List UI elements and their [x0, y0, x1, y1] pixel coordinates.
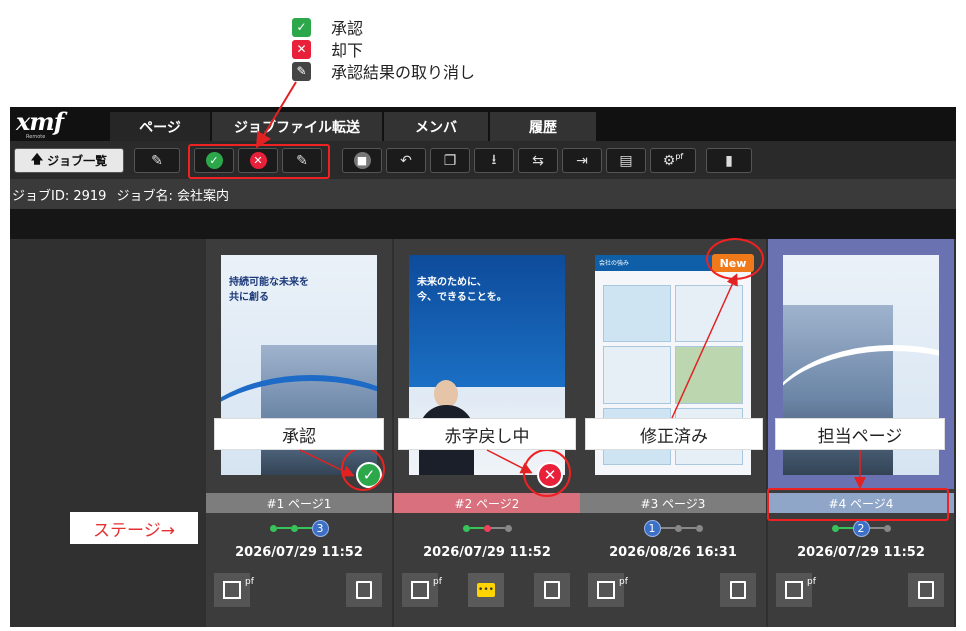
callout-rejected: 赤字戻し中 [398, 418, 576, 450]
undo-button[interactable]: ↶ [386, 148, 426, 173]
page-actions: pf [768, 573, 954, 613]
callout-approved: 承認 [214, 418, 384, 450]
legend-row-approve: ✓ 承認 [292, 16, 475, 38]
page-detail-button[interactable] [720, 573, 756, 607]
toolbar-highlight [188, 144, 330, 179]
legend: ✓ 承認 ✕ 却下 ✎ 承認結果の取り消し [292, 16, 475, 82]
export-icon: ⇥ [576, 152, 588, 169]
toolbar: 🡅 ジョブ一覧 ✎ ✓ ✕ ✎ ■ ↶ ❐ ⭳ ⇆ ⇥ ▤ ⚙ pf ▮ [10, 141, 956, 179]
eraser-icon: ✎ [292, 61, 311, 81]
comment-button[interactable]: ••• [468, 573, 504, 607]
tab-job-file-transfer[interactable]: ジョブファイル転送 [212, 112, 382, 141]
callout-assigned: 担当ページ [775, 418, 945, 450]
export-button[interactable]: ⇥ [562, 148, 602, 173]
tab-page[interactable]: ページ [110, 112, 210, 141]
pdf-icon: pf [785, 577, 816, 599]
logo-sub: Remote [26, 134, 46, 140]
copy-pages-button[interactable]: ❐ [430, 148, 470, 173]
pdf-button[interactable]: pf [588, 573, 628, 607]
assigned-title-highlight [767, 488, 949, 521]
undo-icon: ↶ [400, 152, 412, 169]
edit-button[interactable]: ✎ [134, 148, 180, 173]
pdf-icon: pf [597, 577, 628, 599]
up-arrow-icon: 🡅 [30, 152, 44, 166]
thumb-heading: 持続可能な未来を 共に創る [229, 277, 309, 303]
document-icon [918, 581, 934, 599]
page-date: 2026/07/29 11:52 [423, 545, 551, 560]
pdf-button[interactable]: pf [214, 573, 254, 607]
nav-bar: xmf Remote ページ ジョブファイル転送 メンバ 履歴 [10, 107, 956, 141]
x-icon: ✕ [292, 39, 311, 59]
page-title: #1 ページ1 [206, 493, 392, 513]
stage-indicator: 1 [580, 519, 766, 537]
stage-number: 1 [643, 519, 661, 537]
job-name: ジョブ名: 会社案内 [116, 188, 229, 204]
comment-icon: ••• [477, 583, 495, 597]
pdf-settings-button[interactable]: ⚙ pf [650, 148, 696, 173]
page-date: 2026/08/26 16:31 [609, 545, 737, 560]
document-icon [356, 581, 372, 599]
transfer-button[interactable]: ⇆ [518, 148, 558, 173]
job-info-bar: ジョブID: 2919 ジョブ名: 会社案内 [10, 179, 956, 209]
page-title: #3 ページ3 [580, 493, 766, 513]
copy-icon: ❐ [443, 152, 457, 169]
app-window: xmf Remote ページ ジョブファイル転送 メンバ 履歴 🡅 ジョブ一覧 … [10, 107, 956, 627]
tab-history[interactable]: 履歴 [490, 112, 596, 141]
approved-callout-ring [341, 447, 385, 491]
gear-icon: ⚙ [662, 152, 676, 169]
job-list-button[interactable]: 🡅 ジョブ一覧 [14, 148, 124, 173]
stop-button[interactable]: ■ [342, 148, 382, 173]
thumb-face [434, 380, 458, 408]
page-detail-button[interactable] [346, 573, 382, 607]
job-list-label: ジョブ一覧 [47, 154, 108, 168]
pdf-button[interactable]: pf [402, 573, 442, 607]
thumb-heading: 未来のために、 今、できることを。 [417, 277, 507, 303]
pdf-sup-label: pf [675, 152, 684, 161]
stop-icon: ■ [353, 152, 371, 169]
stage-indicator [394, 519, 580, 537]
preview-button[interactable]: ▮ [706, 148, 752, 173]
check-icon: ✓ [292, 17, 311, 37]
xmf-logo: xmf Remote [16, 107, 104, 141]
legend-row-reject: ✕ 却下 [292, 38, 475, 60]
page-detail-button[interactable] [908, 573, 944, 607]
pdf-icon: pf [411, 577, 442, 599]
page-actions: pf ••• [394, 573, 580, 613]
job-id: ジョブID: 2919 [12, 188, 107, 204]
download-icon: ⭳ [491, 151, 497, 168]
legend-label-reject: 却下 [331, 41, 364, 60]
legend-label-erase: 承認結果の取り消し [331, 63, 476, 82]
pdf-icon: pf [223, 577, 254, 599]
rejected-callout-ring [523, 449, 571, 497]
callout-revised: 修正済み [585, 418, 763, 450]
document-icon [544, 581, 560, 599]
page-actions: pf [206, 573, 392, 613]
logo-text: xmf [16, 107, 64, 136]
page-date: 2026/07/29 11:52 [797, 545, 925, 560]
pencil-icon: ✎ [151, 152, 163, 169]
thumb-heading: 会社の強み [599, 260, 630, 267]
page-actions: pf [580, 573, 766, 613]
transfer-icon: ⇆ [532, 152, 544, 169]
pdf-button[interactable]: pf [776, 573, 816, 607]
stage-label: ステージ→ [70, 512, 198, 544]
stage-indicator: 3 [206, 519, 392, 537]
legend-label-approve: 承認 [331, 19, 364, 38]
stage-number: 3 [311, 519, 329, 537]
pages-icon: ▮ [725, 152, 733, 169]
document-icon [730, 581, 746, 599]
new-callout-ring [706, 238, 764, 280]
stage-number: 2 [852, 519, 870, 537]
print-button[interactable]: ▤ [606, 148, 646, 173]
download-button[interactable]: ⭳ [474, 148, 514, 173]
stage-indicator: 2 [768, 519, 954, 537]
page-detail-button[interactable] [534, 573, 570, 607]
thumb-arc [783, 345, 939, 475]
tab-members[interactable]: メンバ [384, 112, 488, 141]
page-date: 2026/07/29 11:52 [235, 545, 363, 560]
printer-icon: ▤ [619, 152, 633, 169]
legend-row-erase: ✎ 承認結果の取り消し [292, 60, 475, 82]
